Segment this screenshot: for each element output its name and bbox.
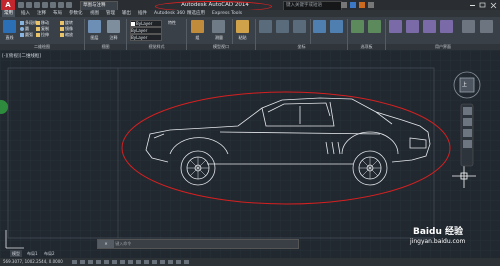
modify-scale[interactable]: 缩放	[60, 32, 73, 37]
tab-output[interactable]: 输出	[120, 10, 133, 17]
watermark-logo: Baidu 经验	[413, 227, 464, 237]
modify-copy[interactable]: 复制	[36, 26, 49, 31]
ui-icon-6[interactable]	[480, 20, 493, 33]
group-label: 组	[195, 35, 200, 40]
help-icon[interactable]	[368, 2, 374, 8]
command-prompt: 键入命令	[115, 241, 132, 246]
draw-polyline[interactable]: 多段线	[20, 20, 37, 25]
showmotion-icon[interactable]	[463, 140, 472, 148]
line-label: 直线	[5, 35, 14, 40]
ui-icon-3[interactable]	[423, 20, 436, 33]
tab-express-tools[interactable]: Express Tools	[210, 10, 244, 17]
open-icon[interactable]	[26, 2, 32, 8]
modify-move[interactable]: 移动	[36, 20, 49, 25]
draw-circle[interactable]: 圆	[20, 26, 29, 31]
scale-icon	[60, 33, 64, 37]
layer-properties-icon[interactable]	[88, 20, 101, 33]
coordinate-readout: 569.3077, 1002.2544, 0.0000	[3, 259, 63, 264]
tab-featured-apps[interactable]: 精选应用	[185, 10, 207, 17]
modify-rotate[interactable]: 旋转	[60, 20, 73, 25]
viewcube-top-label[interactable]: 上	[462, 81, 467, 88]
viewport-controls[interactable]: [-][俯视][二维线框]	[2, 53, 41, 59]
view-icon-1[interactable]	[259, 20, 272, 33]
search-icon[interactable]	[341, 2, 347, 8]
sign-in-icon[interactable]	[350, 2, 356, 8]
command-close-icon[interactable]: ✕	[98, 240, 114, 248]
exchange-icon[interactable]	[359, 2, 365, 8]
pan-icon[interactable]	[463, 107, 472, 115]
polyline-icon	[20, 21, 24, 25]
command-line[interactable]: ✕ 键入命令	[97, 239, 299, 249]
paste-icon[interactable]	[236, 20, 249, 33]
color-swatch-icon	[131, 22, 135, 26]
measure-icon[interactable]	[212, 20, 225, 33]
properties-label: 特性	[168, 20, 176, 25]
ui-icon-2[interactable]	[406, 20, 419, 33]
ucs-icon[interactable]	[313, 20, 326, 33]
draw-arc[interactable]: 圆弧	[20, 32, 33, 37]
view-icon-2[interactable]	[276, 20, 289, 33]
window-controls[interactable]	[468, 1, 498, 9]
ui-icon-5[interactable]	[462, 20, 475, 33]
group-icon[interactable]	[191, 20, 204, 33]
status-toggle-buttons[interactable]	[72, 260, 192, 264]
layer-label: 图层	[90, 35, 99, 40]
layer-dropdown[interactable]: ByLayer	[130, 20, 162, 27]
tab-autodesk360[interactable]: Autodesk 360	[152, 10, 187, 17]
save-icon[interactable]	[34, 2, 40, 8]
palette-icon-2[interactable]	[368, 20, 381, 33]
ui-icon-4[interactable]	[440, 20, 453, 33]
saveas-icon[interactable]	[42, 2, 48, 8]
modify-stretch[interactable]: 拉伸	[36, 32, 49, 37]
tab-annotate[interactable]: 注释	[35, 10, 48, 17]
copy-icon	[36, 27, 40, 31]
tab-view[interactable]: 视图	[88, 10, 101, 17]
tab-model[interactable]: 模型	[10, 250, 22, 257]
ui-icon-1[interactable]	[389, 20, 402, 33]
arc-icon	[20, 33, 24, 37]
circle-icon	[20, 27, 24, 31]
application-menu-button[interactable]: A	[1, 0, 15, 10]
tab-home[interactable]: 常用	[2, 10, 15, 17]
tab-layout2[interactable]: 布局2	[42, 250, 57, 257]
undo-icon[interactable]	[58, 2, 64, 8]
stretch-icon	[36, 33, 40, 37]
tab-manage[interactable]: 管理	[104, 10, 117, 17]
orbit-icon[interactable]	[463, 129, 472, 137]
annotation-label: 注释	[109, 35, 118, 40]
measure-label: 测量	[215, 35, 223, 40]
zoom-icon[interactable]	[463, 118, 472, 126]
line-icon[interactable]	[3, 20, 16, 33]
tab-plugins[interactable]: 插件	[136, 10, 149, 17]
annotation-icon[interactable]	[107, 20, 120, 33]
new-icon[interactable]	[18, 2, 24, 8]
mirror-icon	[60, 27, 64, 31]
watermark-url: jingyan.baidu.com	[410, 238, 466, 245]
linetype-dropdown[interactable]: ByLayer	[130, 27, 162, 34]
palette-icon-1[interactable]	[351, 20, 364, 33]
view-icon-3[interactable]	[293, 20, 306, 33]
tab-insert[interactable]: 插入	[19, 10, 32, 17]
plot-icon[interactable]	[50, 2, 56, 8]
lineweight-dropdown[interactable]: ByLayer	[130, 34, 162, 41]
modify-mirror[interactable]: 镜像	[60, 26, 73, 31]
tab-layout[interactable]: 布局	[51, 10, 64, 17]
redo-icon[interactable]	[66, 2, 72, 8]
rotate-icon	[60, 21, 64, 25]
coordinate-icon[interactable]	[330, 20, 343, 33]
tab-layout1[interactable]: 布局1	[25, 250, 40, 257]
move-icon	[36, 21, 40, 25]
tab-parametric[interactable]: 参数化	[67, 10, 85, 17]
paste-label: 粘贴	[238, 35, 247, 40]
